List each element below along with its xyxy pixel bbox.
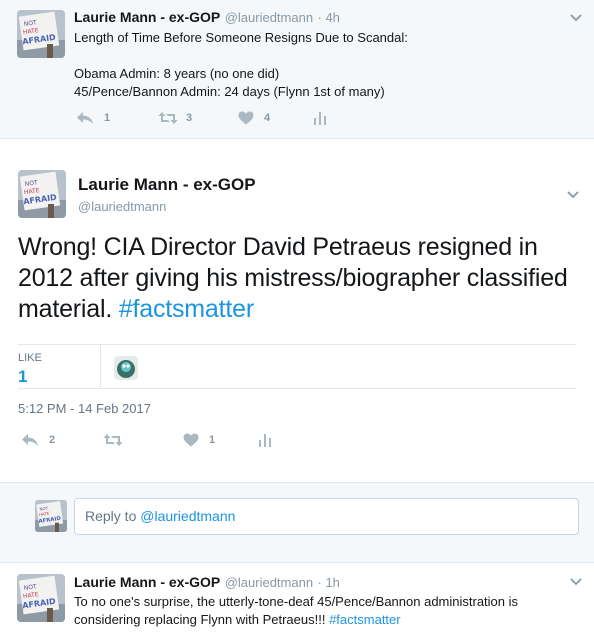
main-tweet: Laurie Mann - ex-GOP @lauriedtmann Wrong… bbox=[0, 139, 594, 483]
author-name[interactable]: Laurie Mann - ex-GOP bbox=[78, 175, 256, 194]
analytics-button[interactable] bbox=[314, 111, 326, 125]
chevron-down-icon[interactable] bbox=[565, 186, 581, 202]
retweet-button[interactable]: 3 bbox=[158, 111, 238, 125]
reply-prefix: Reply to bbox=[85, 508, 141, 524]
tweet-timestamp[interactable]: 5:12 PM - 14 Feb 2017 bbox=[18, 401, 151, 416]
tweet-body: To no one's surprise, the utterly-tone-d… bbox=[74, 594, 519, 627]
retweet-count: 3 bbox=[186, 112, 193, 124]
hashtag-link[interactable]: #factsmatter bbox=[119, 295, 254, 323]
tweet-body: Wrong! CIA Director David Petraeus resig… bbox=[18, 233, 568, 323]
author-name[interactable]: Laurie Mann - ex-GOP bbox=[74, 574, 220, 590]
heart-icon bbox=[183, 433, 199, 447]
tweet-line: Obama Admin: 8 years (no one did) bbox=[74, 66, 280, 81]
retweet-button[interactable] bbox=[103, 433, 183, 447]
tweet-actions: 2 1 bbox=[21, 433, 271, 447]
divider bbox=[100, 345, 101, 389]
reply-button[interactable]: 2 bbox=[21, 433, 103, 447]
reply-icon bbox=[77, 112, 93, 124]
retweet-icon bbox=[103, 434, 123, 446]
reply-count: 2 bbox=[49, 434, 56, 446]
like-count: 4 bbox=[264, 112, 271, 124]
author-name[interactable]: Laurie Mann - ex-GOP bbox=[74, 9, 220, 25]
analytics-button[interactable] bbox=[259, 433, 271, 447]
analytics-icon bbox=[314, 112, 326, 125]
tweet-header: Laurie Mann - ex-GOP @lauriedtmann · 1h bbox=[74, 574, 340, 592]
avatar[interactable] bbox=[17, 574, 65, 622]
likes-count[interactable]: 1 bbox=[18, 367, 27, 387]
tweet-time[interactable]: · 4h bbox=[318, 10, 340, 25]
reply-mention: @lauriedtmann bbox=[140, 508, 236, 524]
author-handle[interactable]: @lauriedtmann bbox=[225, 575, 313, 590]
reply-count: 1 bbox=[104, 112, 111, 124]
avatar[interactable] bbox=[17, 10, 65, 58]
tweet-line: 45/Pence/Bannon Admin: 24 days (Flynn 1s… bbox=[74, 84, 385, 99]
author-handle[interactable]: @lauriedtmann bbox=[225, 10, 313, 25]
tweet-actions: 1 3 4 bbox=[76, 111, 326, 125]
chevron-down-icon[interactable] bbox=[568, 9, 584, 25]
avatar[interactable] bbox=[18, 170, 66, 218]
tweet-line: Length of Time Before Someone Resigns Du… bbox=[74, 30, 408, 45]
like-button[interactable]: 4 bbox=[238, 111, 314, 125]
tweet-text: Length of Time Before Someone Resigns Du… bbox=[74, 29, 574, 101]
like-count: 1 bbox=[209, 434, 216, 446]
tweet-line bbox=[74, 47, 574, 65]
author-handle[interactable]: @lauriedtmann bbox=[78, 199, 256, 214]
avatar bbox=[35, 500, 67, 532]
reply-icon bbox=[22, 434, 38, 446]
tweet-time[interactable]: · 1h bbox=[318, 575, 340, 590]
hashtag-link[interactable]: #factsmatter bbox=[329, 612, 401, 627]
like-button[interactable]: 1 bbox=[183, 433, 259, 447]
tweet-text: To no one's surprise, the utterly-tone-d… bbox=[74, 593, 574, 629]
heart-icon bbox=[238, 111, 254, 125]
analytics-icon bbox=[259, 434, 271, 447]
parent-tweet[interactable]: Laurie Mann - ex-GOP @lauriedtmann · 4h … bbox=[0, 0, 594, 139]
author-block[interactable]: Laurie Mann - ex-GOP @lauriedtmann bbox=[78, 175, 256, 214]
likes-label[interactable]: LIKE bbox=[18, 352, 42, 364]
retweet-icon bbox=[158, 112, 178, 124]
reply-composer: Reply to @lauriedtmann bbox=[0, 483, 594, 563]
tweet-text: Wrong! CIA Director David Petraeus resig… bbox=[18, 232, 584, 325]
liker-avatar[interactable] bbox=[114, 356, 138, 380]
reply-button[interactable]: 1 bbox=[76, 111, 158, 125]
reply-tweet[interactable]: Laurie Mann - ex-GOP @lauriedtmann · 1h … bbox=[0, 564, 594, 633]
reply-input[interactable]: Reply to @lauriedtmann bbox=[74, 498, 579, 535]
tweet-stats: LIKE 1 bbox=[18, 344, 576, 389]
chevron-down-icon[interactable] bbox=[568, 573, 584, 589]
tweet-header: Laurie Mann - ex-GOP @lauriedtmann · 4h bbox=[74, 9, 340, 27]
